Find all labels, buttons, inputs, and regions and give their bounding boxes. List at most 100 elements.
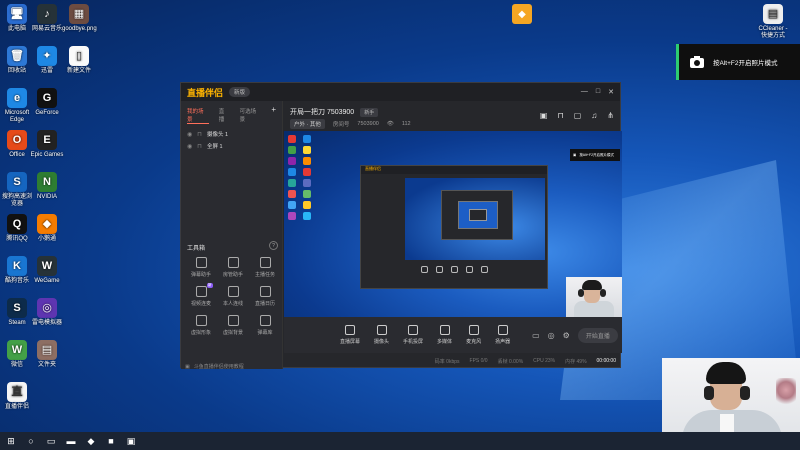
taskbar-item[interactable]: ▣ (124, 434, 138, 448)
tool-item[interactable]: 直播日历 (249, 286, 281, 307)
desktop-icon[interactable]: G GeForce (30, 88, 64, 117)
tool-item[interactable]: 主播任务 (249, 257, 281, 278)
lock-icon[interactable]: ⊓ (557, 111, 563, 120)
lock-icon[interactable]: ⊓ (197, 143, 202, 150)
desktop-icon-label: 直播伴侣 (4, 404, 29, 410)
source-icon (497, 325, 508, 335)
source-button[interactable]: 摄像头 (374, 325, 389, 345)
source-toolbar: 直播屏幕 摄像头 手机投屏 多媒体 麦克风 扬声器 ▭ ◎ ⚙ 开始直播 (284, 317, 622, 353)
version-badge[interactable]: 新版 (229, 87, 251, 97)
memory-status: 内存 49% (565, 358, 587, 365)
source-button[interactable]: 麦克风 (466, 325, 481, 345)
eye-icon[interactable]: ◉ (187, 143, 192, 150)
tool-item[interactable]: 虚拟背景 (217, 315, 249, 336)
taskbar-item[interactable]: ■ (104, 434, 118, 448)
taskbar-item[interactable]: ⊞ (4, 434, 18, 448)
scene-tabs: 我的场景 直播 可选场景 + (181, 101, 282, 128)
gift-icon[interactable]: ▣ (540, 111, 548, 120)
share-icon[interactable]: ⋔ (607, 111, 614, 120)
tool-item[interactable]: 本人连线 (217, 286, 249, 307)
nested-preview-3 (458, 201, 498, 229)
source-button[interactable]: 手机投屏 (403, 325, 423, 345)
desktop-icon[interactable]: O Office (0, 130, 34, 159)
left-panel: 我的场景 直播 可选场景 + ◉ ⊓ 摄像头 1 ◉ ⊓ 全屏 1 工具箱 ? … (181, 101, 283, 371)
shop-icon[interactable]: ▢ (574, 111, 582, 120)
tab-my-scenes[interactable]: 我的场景 (187, 107, 209, 124)
desktop-icon-ccleaner[interactable]: ▤ CCleaner - 快捷方式 (756, 4, 790, 40)
minimize-button[interactable]: — (581, 88, 588, 96)
desktop-icon-label: 新建文件 (66, 68, 91, 74)
tab-live[interactable]: 直播 (219, 107, 230, 124)
desktop-icon[interactable]: W WeGame (30, 256, 64, 285)
new-badge: 新 (207, 283, 213, 288)
gear-icon[interactable]: ⚙ (563, 331, 570, 340)
record-icon[interactable]: ▭ (532, 331, 540, 340)
tool-item[interactable]: 弹幕助手 (185, 257, 217, 278)
headphone-icon (704, 386, 714, 400)
eye-icon[interactable]: ◎ (548, 331, 555, 340)
tool-label: 房管助手 (222, 272, 243, 278)
stream-preview[interactable]: 直播伴侣 ▣ 按Alt+F2开启照片模式 (284, 131, 622, 317)
desktop-icon[interactable]: S 搜狗高速浏览器 (0, 172, 34, 208)
desktop-icon[interactable]: e Microsoft Edge (0, 88, 34, 124)
desktop-icon[interactable]: S Steam (0, 298, 34, 327)
desktop-icon[interactable]: K 酷狗音乐 (0, 256, 34, 285)
tool-item[interactable]: 弹幕库 (249, 315, 281, 336)
desktop-icon[interactable]: N NVIDIA (30, 172, 64, 201)
room-id: 7503900 (357, 121, 379, 127)
bell-icon[interactable]: ♫ (591, 111, 597, 120)
nested-preview-window: 直播伴侣 (360, 165, 548, 289)
taskbar-item[interactable]: ○ (24, 434, 38, 448)
desktop-icon-label: 酷狗音乐 (4, 278, 29, 284)
webcam-source-preview[interactable] (566, 277, 622, 317)
desktop-icon[interactable]: ♪ 网易云音乐 (30, 4, 64, 33)
taskbar-item[interactable]: ◆ (84, 434, 98, 448)
desktop-icon[interactable]: 直直播伴侣 (0, 382, 34, 411)
eye-icon[interactable]: ◉ (187, 131, 192, 138)
close-button[interactable]: ✕ (608, 88, 614, 96)
tutorial-link[interactable]: ▣ 斗鱼直播伴侣使用教程 (185, 363, 244, 371)
desktop-icon[interactable]: 🖥 此电脑 (0, 4, 34, 33)
scene-item-camera[interactable]: ◉ ⊓ 摄像头 1 (181, 128, 282, 140)
tool-item[interactable]: 房管助手 (217, 257, 249, 278)
app-icon: ♪ (37, 4, 57, 24)
preview-desktop-icons (288, 135, 314, 220)
app-icon: ▤ (37, 340, 57, 360)
desktop-icon[interactable]: Q 腾讯QQ (0, 214, 34, 243)
maximize-button[interactable]: □ (596, 88, 600, 96)
desktop-icon[interactable]: ▦ goodbye.png (62, 4, 97, 33)
taskbar-item[interactable]: ▬ (64, 434, 78, 448)
start-live-button[interactable]: 开始直播 (577, 327, 618, 343)
desktop-icon[interactable]: W 微信 (0, 340, 34, 369)
desktop-icon[interactable]: E Epic Games (30, 130, 64, 159)
scene-item-fullscreen[interactable]: ◉ ⊓ 全屏 1 (181, 140, 282, 152)
taskbar-item[interactable]: ▭ (44, 434, 58, 448)
desktop-icon[interactable]: ▤ 文件夹 (30, 340, 64, 369)
tool-item[interactable]: 新视频连麦 (185, 283, 217, 307)
desktop-icon[interactable]: 🗑 回收站 (0, 46, 34, 75)
nested-preview-4 (469, 209, 487, 221)
source-button[interactable]: 多媒体 (437, 325, 452, 345)
play-icon: ▣ (185, 363, 190, 370)
add-scene-button[interactable]: + (271, 106, 276, 124)
source-label: 扬声器 (495, 339, 511, 345)
drop-status: 丢帧 0.00% (497, 358, 524, 365)
desktop-icon-label: 文件夹 (37, 362, 56, 368)
desktop-icon-corner-app[interactable]: ◆ (508, 4, 536, 24)
desktop-icon[interactable]: ▯ 新建文件 (62, 46, 96, 75)
source-button[interactable]: 扬声器 (495, 325, 510, 345)
desktop-icon[interactable]: ◎ 雷电模拟器 (30, 298, 64, 327)
source-label: 多媒体 (437, 339, 453, 345)
lock-icon[interactable]: ⊓ (197, 131, 202, 138)
desktop-icon[interactable]: ◆ 小鹅通 (30, 214, 64, 243)
source-button[interactable]: 直播屏幕 (340, 325, 360, 345)
room-tag[interactable]: 新手 (360, 107, 379, 117)
room-category[interactable]: 户外 · 其他 (290, 119, 325, 129)
desktop-icon-label: goodbye.png (62, 26, 97, 32)
desktop-icon[interactable]: ✦ 迅雷 (30, 46, 64, 75)
tool-item[interactable]: 虚拟形象 (185, 315, 217, 336)
room-title-text[interactable]: 开局一把刀 7503900 (290, 107, 354, 117)
tutorial-label: 斗鱼直播伴侣使用教程 (193, 364, 244, 370)
tab-optional-scenes[interactable]: 可选场景 (240, 107, 262, 124)
help-icon[interactable]: ? (269, 241, 278, 250)
